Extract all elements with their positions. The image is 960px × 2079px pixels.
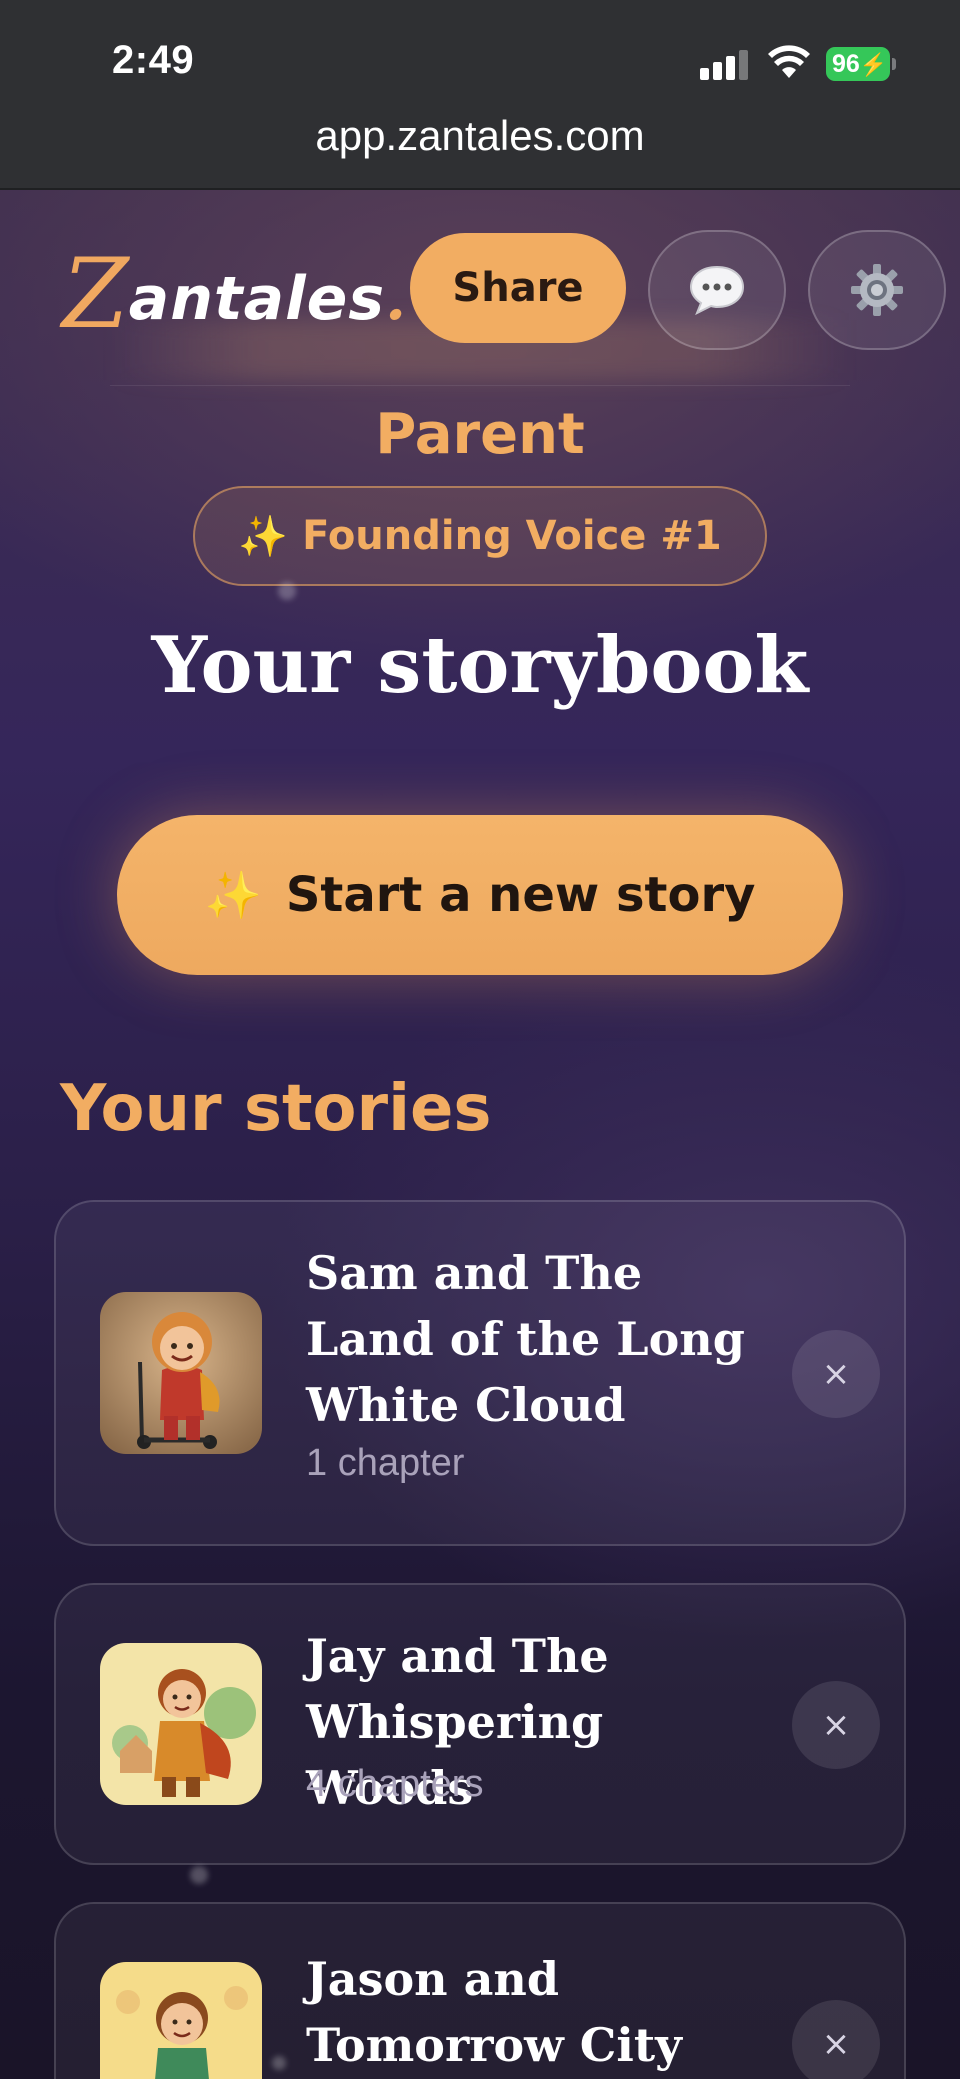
stories-heading: Your stories: [60, 1072, 492, 1146]
app-page: Zantales. Share Parent ✨ Founding Voice …: [0, 190, 960, 2079]
story-card[interactable]: Jay and The Whispering Woods 4 chapters …: [54, 1583, 906, 1865]
story-card[interactable]: Sam and The Land of the Long White Cloud…: [54, 1200, 906, 1546]
remove-story-button[interactable]: ×: [792, 1681, 880, 1769]
story-title: Jason and Tomorrow City: [306, 1952, 682, 2072]
logo-z: Z: [62, 238, 129, 350]
bokeh-dot: [272, 2056, 286, 2070]
start-new-story-button[interactable]: ✨ Start a new story: [117, 815, 843, 975]
zantales-logo[interactable]: Zantales.: [62, 238, 406, 350]
story-illustration: [100, 1643, 262, 1805]
logo-text: antales: [128, 264, 386, 334]
founding-voice-badge: ✨ Founding Voice #1: [193, 486, 767, 586]
logo-dot: .: [385, 264, 406, 334]
header-divider: [110, 385, 850, 386]
share-button[interactable]: Share: [410, 233, 626, 343]
speech-bubble-icon: [689, 265, 745, 316]
battery-indicator: 96⚡: [826, 47, 890, 81]
address-bar[interactable]: app.zantales.com: [0, 112, 960, 160]
story-illustration: [100, 1292, 262, 1454]
story-chapter-count: 1 chapter: [306, 1442, 465, 1484]
sparkle-icon: ✨: [238, 513, 289, 560]
settings-button[interactable]: [808, 230, 946, 350]
close-icon: ×: [821, 1354, 851, 1394]
charging-bolt-icon: ⚡: [859, 52, 888, 77]
remove-story-button[interactable]: ×: [792, 1330, 880, 1418]
sparkle-icon: ✨: [204, 867, 262, 922]
remove-story-button[interactable]: ×: [792, 2000, 880, 2079]
browser-chrome: 2:49 96⚡ app.zantales.com: [0, 0, 960, 190]
close-icon: ×: [821, 2024, 851, 2064]
status-time: 2:49: [112, 38, 195, 82]
story-title: Sam and The Land of the Long White Cloud: [306, 1246, 745, 1432]
story-illustration: [100, 1962, 262, 2079]
cellular-signal-icon: [700, 48, 750, 80]
bokeh-dot: [278, 582, 296, 600]
story-card[interactable]: Jason and Tomorrow City ×: [54, 1902, 906, 2079]
profile-role: Parent: [375, 402, 585, 467]
battery-cap: [892, 58, 896, 70]
gear-icon: [851, 264, 903, 316]
close-icon: ×: [821, 1705, 851, 1745]
battery-level: 96: [832, 50, 860, 78]
wifi-icon: [768, 45, 810, 78]
chat-button[interactable]: [648, 230, 786, 350]
founding-voice-label: Founding Voice #1: [302, 513, 722, 559]
story-chapter-count: 4 chapters: [306, 1763, 484, 1805]
page-title: Your storybook: [151, 620, 809, 711]
bokeh-dot: [190, 1866, 208, 1884]
start-new-story-label: Start a new story: [285, 867, 756, 923]
